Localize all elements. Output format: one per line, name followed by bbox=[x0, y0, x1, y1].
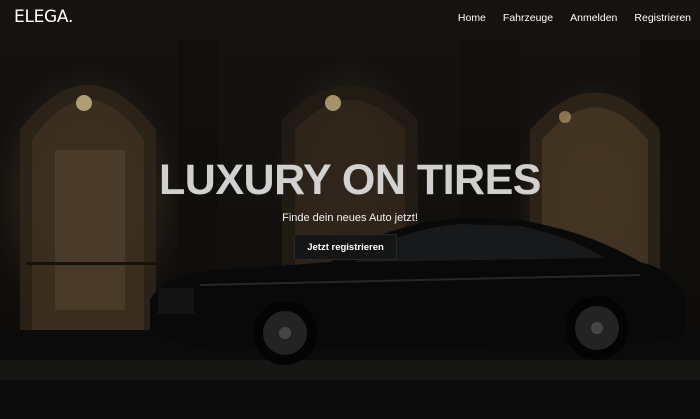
brand-logo[interactable]: ELEGA. bbox=[14, 7, 73, 27]
hero-overlay bbox=[0, 0, 700, 419]
hero-title: LUXURY ON TIRES bbox=[159, 156, 541, 204]
nav-link-home[interactable]: Home bbox=[458, 12, 486, 24]
main-nav: Home Fahrzeuge Anmelden Registrieren bbox=[458, 12, 691, 24]
nav-link-registrieren[interactable]: Registrieren bbox=[634, 12, 691, 24]
nav-link-fahrzeuge[interactable]: Fahrzeuge bbox=[503, 12, 553, 24]
register-cta-button[interactable]: Jetzt registrieren bbox=[294, 234, 397, 260]
site-header: ELEGA. Home Fahrzeuge Anmelden Registrie… bbox=[0, 0, 700, 36]
hero-section: ELEGA. Home Fahrzeuge Anmelden Registrie… bbox=[0, 0, 700, 419]
hero-subtitle: Finde dein neues Auto jetzt! bbox=[282, 212, 418, 224]
nav-link-anmelden[interactable]: Anmelden bbox=[570, 12, 617, 24]
